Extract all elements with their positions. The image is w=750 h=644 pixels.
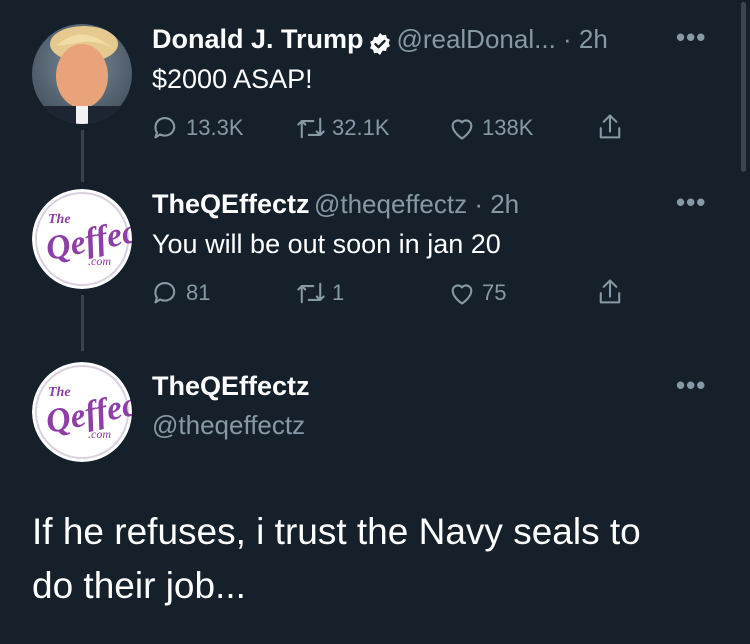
tweet1-handle-time[interactable]: @realDonal... · 2h bbox=[396, 24, 607, 54]
retweet-icon bbox=[297, 282, 325, 304]
tweet1-more-icon[interactable]: ••• bbox=[676, 22, 706, 53]
tweet3-text: If he refuses, i trust the Navy seals to… bbox=[32, 505, 641, 613]
avatar-theqeffectz[interactable]: The Qeffectz .com bbox=[32, 189, 132, 289]
tweet2-like-button[interactable]: 75 bbox=[448, 279, 506, 307]
tweet1-like-button[interactable]: 138K bbox=[448, 114, 533, 142]
avatar-trump[interactable] bbox=[32, 24, 132, 124]
tweet3-handle[interactable]: @theqeffectz bbox=[152, 410, 305, 441]
tweet2-more-icon[interactable]: ••• bbox=[676, 187, 706, 218]
heart-icon bbox=[451, 119, 473, 140]
tweet1-reply-button[interactable]: 13.3K bbox=[152, 114, 244, 142]
share-icon bbox=[599, 114, 621, 139]
thread-line-1 bbox=[81, 130, 84, 182]
tweet1-reply-count: 13.3K bbox=[186, 115, 244, 140]
tweet3-text-line1: If he refuses, i trust the Navy seals to bbox=[32, 511, 641, 552]
tweet2-reply-count: 81 bbox=[186, 280, 211, 305]
tweet3-text-line2: do their job... bbox=[32, 565, 246, 606]
avatar-theqeffectz-focused[interactable]: The Qeffectz .com bbox=[32, 362, 132, 462]
retweet-icon bbox=[297, 117, 325, 139]
tweet2-text: You will be out soon in jan 20 bbox=[152, 229, 501, 259]
tweet2-author-name[interactable]: TheQEffectz bbox=[152, 189, 310, 219]
theqeffectz-logo: The Qeffectz .com bbox=[32, 189, 132, 289]
tweet1-text: $2000 ASAP! bbox=[152, 64, 313, 94]
tweet2-reply-button[interactable]: 81 bbox=[152, 279, 210, 307]
reply-icon bbox=[154, 282, 176, 304]
scrollbar[interactable] bbox=[741, 2, 746, 172]
tweet2-handle-time[interactable]: @theqeffectz · 2h bbox=[314, 189, 519, 219]
svg-text:The: The bbox=[48, 385, 71, 400]
tweet1-author-name[interactable]: Donald J. Trump bbox=[152, 24, 364, 54]
heart-icon bbox=[451, 284, 473, 305]
verified-badge-icon bbox=[370, 32, 390, 55]
tweet3-author-name[interactable]: TheQEffectz bbox=[152, 371, 310, 402]
svg-text:The: The bbox=[48, 212, 71, 227]
share-icon bbox=[599, 279, 621, 304]
svg-text:.com: .com bbox=[88, 254, 111, 268]
tweet1-retweet-count: 32.1K bbox=[332, 115, 390, 140]
reply-icon bbox=[154, 117, 176, 139]
tweet2-retweet-count: 1 bbox=[332, 280, 345, 305]
tweet2-share-button[interactable] bbox=[596, 277, 624, 307]
tweet1-like-count: 138K bbox=[482, 115, 534, 140]
tweet3-more-icon[interactable]: ••• bbox=[676, 370, 706, 401]
tweet2-retweet-button[interactable]: 1 bbox=[296, 279, 344, 307]
tweet2-header: TheQEffectz @theqeffectz · 2h bbox=[152, 189, 519, 220]
theqeffectz-logo: The Qeffectz .com bbox=[32, 362, 132, 462]
svg-text:.com: .com bbox=[88, 427, 111, 441]
tweet1-share-button[interactable] bbox=[596, 112, 624, 142]
avatar-trump-image bbox=[32, 24, 132, 124]
tweet1-retweet-button[interactable]: 32.1K bbox=[296, 114, 390, 142]
tweet2-like-count: 75 bbox=[482, 280, 507, 305]
tweet1-header: Donald J. Trump @realDonal... · 2h bbox=[152, 24, 608, 56]
thread-line-2 bbox=[81, 295, 84, 351]
